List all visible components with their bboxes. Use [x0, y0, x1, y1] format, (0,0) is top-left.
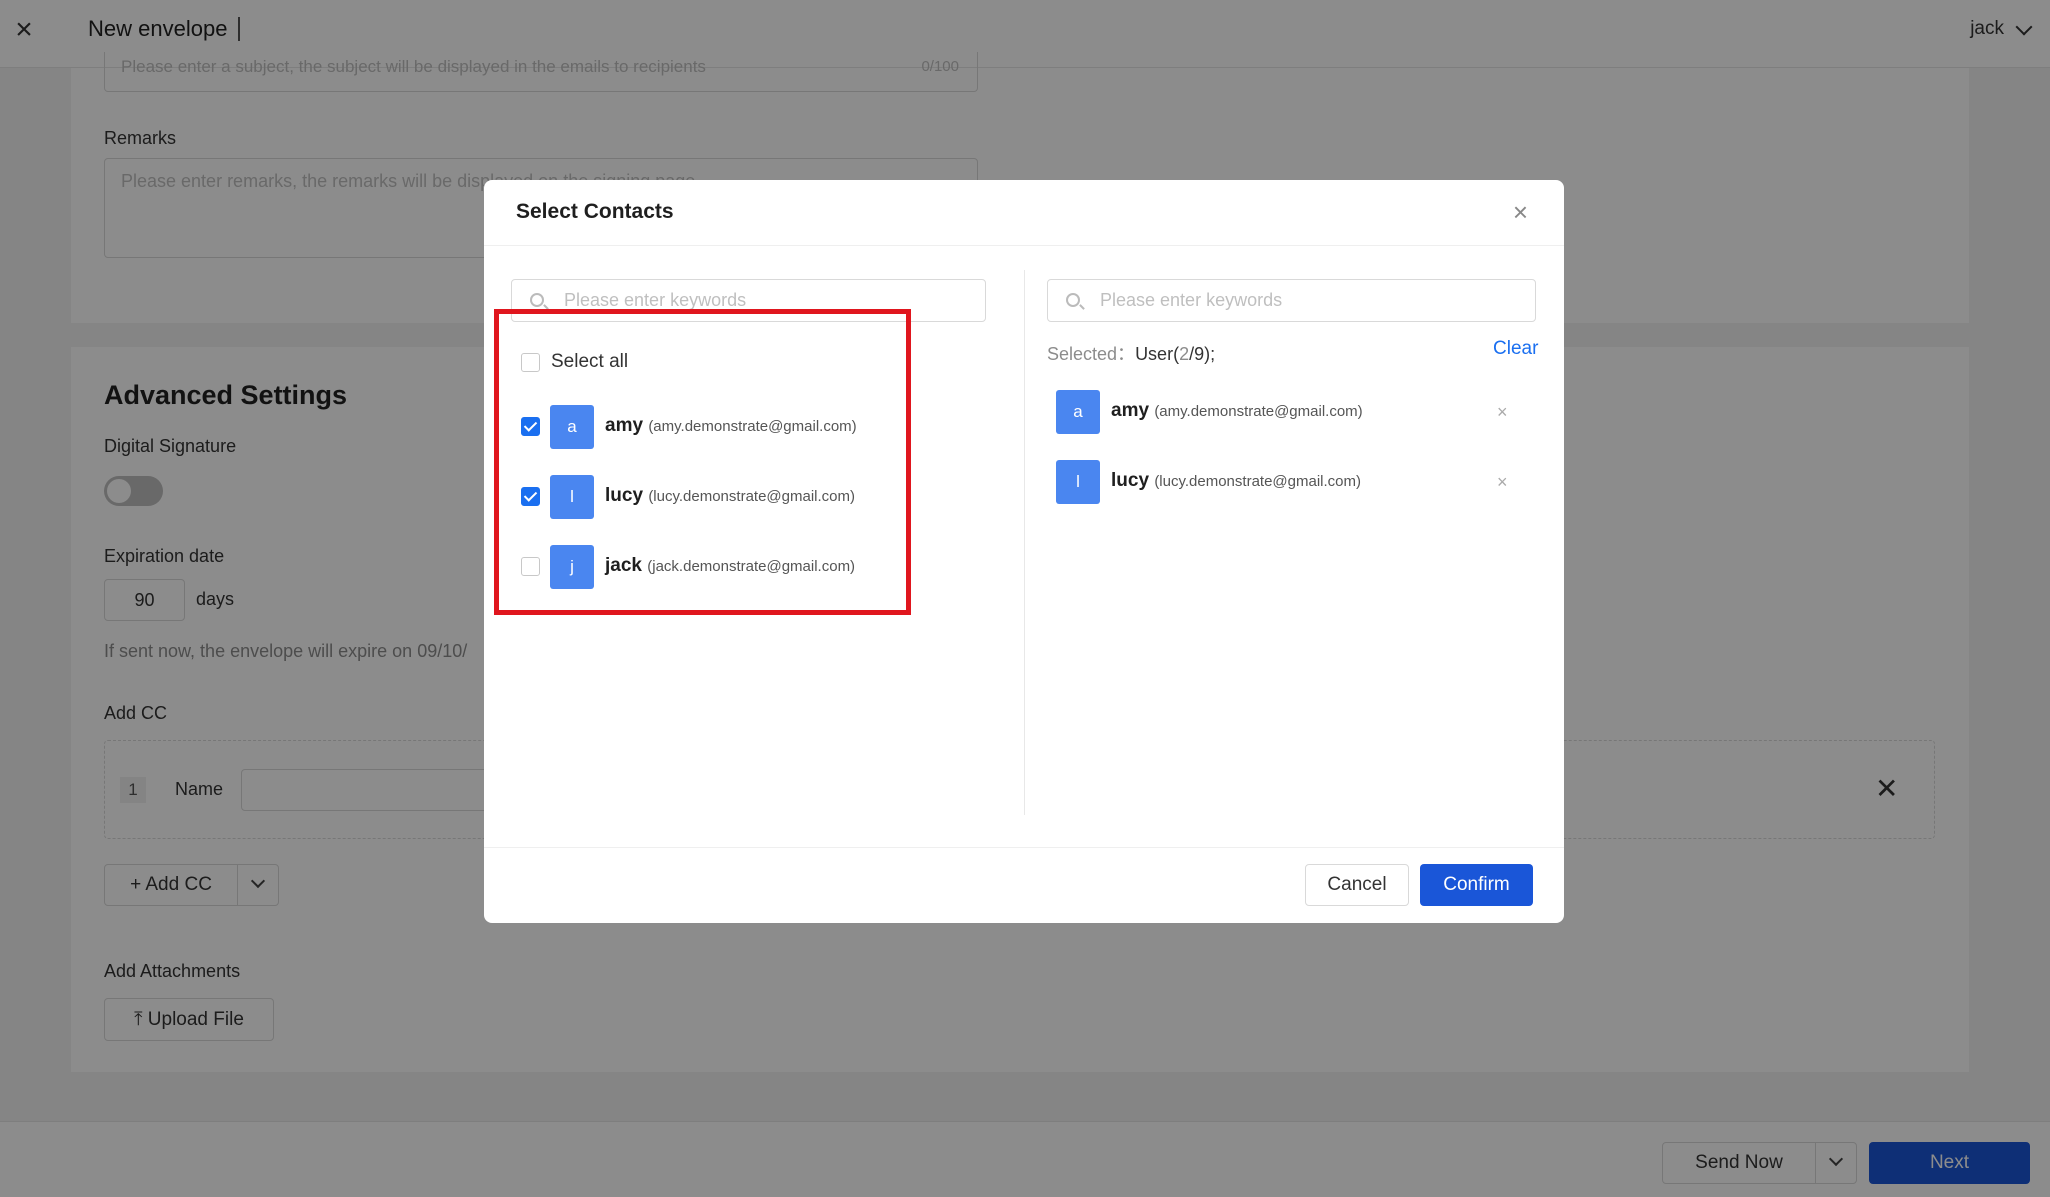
highlight-annotation-box	[494, 309, 911, 615]
clear-selection-link[interactable]: Clear	[1493, 338, 1538, 360]
search-icon	[1066, 293, 1080, 307]
search-icon	[530, 293, 544, 307]
modal-footer-divider	[484, 847, 1564, 848]
selected-suffix: /9);	[1189, 344, 1216, 364]
close-icon[interactable]: ×	[1513, 198, 1528, 226]
remove-amy-icon[interactable]: ×	[1497, 402, 1508, 423]
modal-title: Select Contacts	[516, 200, 674, 223]
modal-header-divider	[484, 245, 1564, 246]
selected-email: (amy.demonstrate@gmail.com)	[1154, 403, 1363, 420]
selected-item-amy: amy (amy.demonstrate@gmail.com)	[1111, 400, 1363, 422]
selected-search-placeholder: Please enter keywords	[1100, 290, 1283, 310]
selected-prefix: User(	[1135, 344, 1180, 364]
selected-count: 2	[1179, 344, 1190, 364]
panel-divider	[1024, 270, 1025, 815]
selected-item-lucy: lucy (lucy.demonstrate@gmail.com)	[1111, 470, 1361, 492]
selected-email: (lucy.demonstrate@gmail.com)	[1154, 473, 1361, 490]
selected-name: lucy	[1111, 470, 1150, 491]
avatar: l	[1056, 460, 1100, 504]
contacts-search-placeholder: Please enter keywords	[564, 290, 747, 310]
selected-name: amy	[1111, 400, 1150, 421]
remove-lucy-icon[interactable]: ×	[1497, 472, 1508, 493]
selected-summary: Selected：User(2/9);	[1047, 340, 1215, 366]
confirm-button[interactable]: Confirm	[1420, 864, 1533, 906]
selected-search-input[interactable]: Please enter keywords	[1047, 279, 1536, 322]
selected-label: Selected：	[1047, 344, 1136, 364]
cancel-button[interactable]: Cancel	[1305, 864, 1409, 906]
avatar: a	[1056, 390, 1100, 434]
